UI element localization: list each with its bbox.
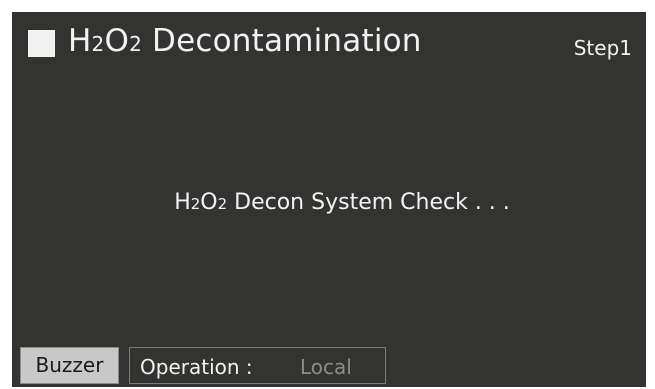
title-rest: Decontamination [142,23,422,59]
bottom-bar: Buzzer Operation : Local [12,345,646,387]
title-subscript-2: 2 [91,32,105,56]
message-subscript-2: 2 [190,195,201,213]
message-h: H [174,190,191,215]
title-subscript-2b: 2 [129,32,142,56]
title-h: H [68,23,92,59]
operation-label: Operation : [140,355,253,379]
title-o: O [104,23,130,59]
operation-value: Local [300,355,352,379]
operation-mode-display: Operation : Local [129,347,386,384]
filled-square-icon [28,30,55,57]
hmi-screen: H2O2 Decontamination Step1 H2O2 Decon Sy… [12,12,646,387]
buzzer-button[interactable]: Buzzer [20,347,119,384]
message-rest: Decon System Check . . . [227,190,510,215]
page-title: H2O2 Decontamination [68,23,422,59]
message-subscript-2b: 2 [217,195,228,213]
message-o: O [200,190,218,215]
status-message: H2O2 Decon System Check . . . [12,190,646,215]
step-indicator: Step1 [573,36,632,60]
title-bar: H2O2 Decontamination Step1 [12,12,646,72]
